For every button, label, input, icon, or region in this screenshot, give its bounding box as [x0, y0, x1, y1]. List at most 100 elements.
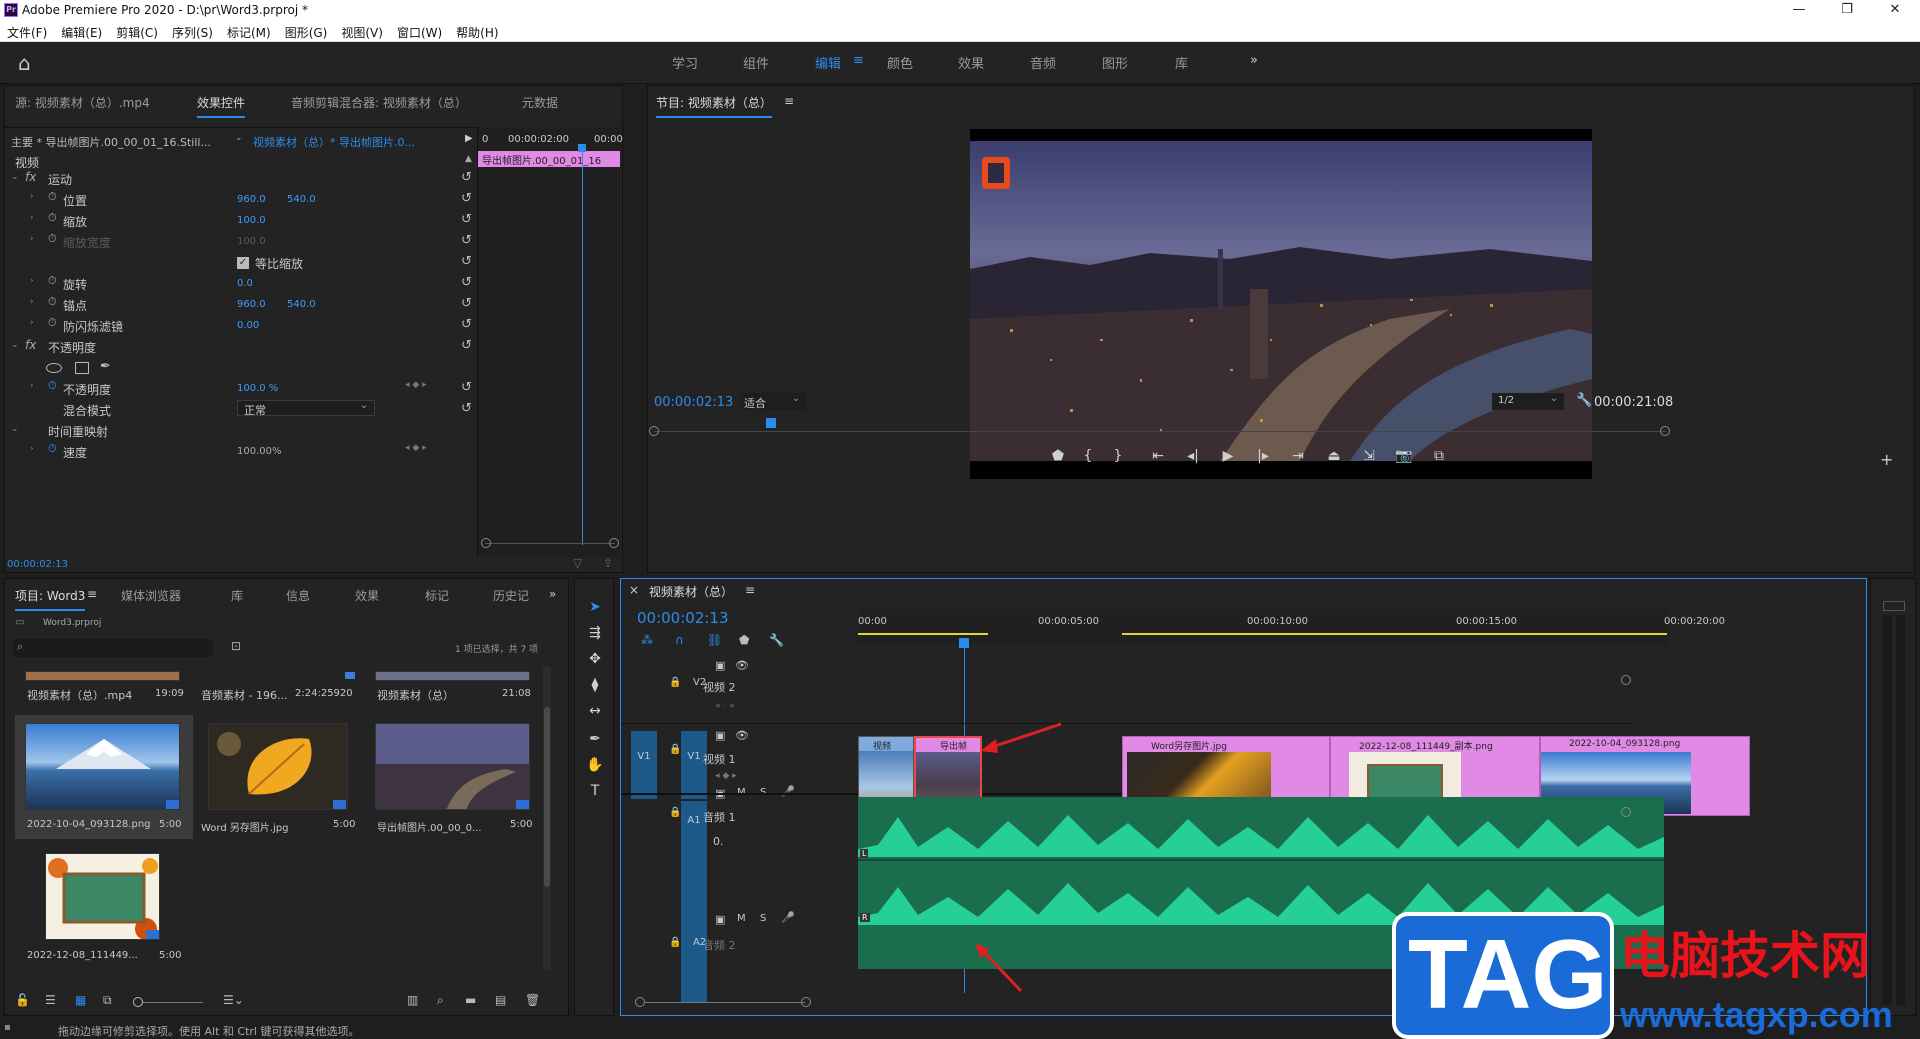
opacity-value[interactable]: 100.0 %	[237, 383, 278, 394]
home-icon[interactable]: ⌂	[18, 52, 40, 74]
tab-info[interactable]: 信息	[286, 587, 310, 604]
freeform-view-icon[interactable]: ⧉	[103, 993, 112, 1008]
zoom-handle-left[interactable]	[481, 538, 491, 548]
menu-graphics[interactable]: 图形(G)	[278, 20, 335, 41]
volume-knob[interactable]: 0.	[713, 835, 724, 848]
pen-mask-icon[interactable]: ✒	[100, 359, 111, 374]
scrub-zoom-right[interactable]	[1660, 426, 1670, 436]
keyframe-nav-icon[interactable]: ◂ ◆ ▸	[405, 380, 427, 390]
master-clip-label[interactable]: 主要 * 导出帧图片.00_00_01_16.Still...	[11, 134, 211, 150]
item-name-3[interactable]: 2022-10-04_093128.png	[27, 819, 151, 830]
step-forward-icon[interactable]: |▸	[1253, 448, 1273, 464]
list-view-icon[interactable]: ☰	[45, 993, 56, 1007]
mark-in-icon[interactable]: {	[1078, 448, 1098, 464]
menu-window[interactable]: 窗口(W)	[390, 20, 449, 41]
workspace-color[interactable]: 颜色	[887, 53, 913, 72]
close-button[interactable]: ✕	[1872, 0, 1918, 20]
h-scroll-left-handle[interactable]	[635, 997, 645, 1007]
reset-rotation-icon[interactable]: ↺	[461, 275, 472, 290]
reset-motion-icon[interactable]: ↺	[461, 170, 472, 185]
eye-icon[interactable]: 👁	[735, 659, 749, 672]
menu-sequence[interactable]: 序列(S)	[165, 20, 220, 41]
close-sequence-icon[interactable]: ×	[629, 583, 639, 597]
workspace-effects[interactable]: 效果	[958, 53, 984, 72]
time-ruler[interactable]: 00:00 00:00:05:00 00:00:10:00 00:00:15:0…	[858, 609, 1725, 645]
menu-help[interactable]: 帮助(H)	[449, 20, 505, 41]
stopwatch-icon[interactable]: ⏱	[48, 190, 57, 204]
uniform-scale-checkbox[interactable]: ✓	[237, 257, 249, 269]
mini-playhead[interactable]	[582, 145, 583, 545]
tab-history[interactable]: 历史记	[493, 587, 529, 604]
expand-rotation-icon[interactable]: ›	[30, 276, 34, 286]
workspace-menu-icon[interactable]: ≡	[853, 53, 864, 68]
menu-marker[interactable]: 标记(M)	[220, 20, 278, 41]
stopwatch-icon[interactable]: ⏱	[48, 316, 57, 330]
keyframe-nav-icon[interactable]: ◂ ◆ ▸	[405, 443, 427, 453]
program-timecode[interactable]: 00:00:02:13	[654, 395, 733, 410]
zoom-handle-right[interactable]	[609, 538, 619, 548]
scroll-handle[interactable]	[1621, 675, 1631, 685]
thumb-leaf-jpg[interactable]	[208, 723, 348, 810]
tab-metadata[interactable]: 元数据	[522, 94, 558, 111]
tab-effects[interactable]: 效果	[355, 587, 379, 604]
play-triangle-icon[interactable]: ▶	[465, 133, 473, 144]
more-tabs-icon[interactable]: »	[549, 587, 556, 601]
ellipse-mask-icon[interactable]	[46, 363, 62, 373]
maximize-button[interactable]: ❐	[1824, 0, 1870, 20]
trash-icon[interactable]: 🗑	[525, 993, 540, 1007]
reset-uniform-icon[interactable]: ↺	[461, 254, 472, 269]
program-monitor-title[interactable]: 节目: 视频素材（总）	[656, 94, 772, 118]
zoom-scrollbar[interactable]	[485, 543, 615, 544]
rectangle-mask-icon[interactable]	[75, 362, 89, 374]
find-icon[interactable]: ⌕	[437, 993, 444, 1008]
tab-effect-controls[interactable]: 效果控件	[197, 94, 246, 118]
chevron-down-icon[interactable]: ⌄	[235, 133, 243, 143]
collapse-up-icon[interactable]: ▲	[465, 154, 472, 164]
reset-anchor-icon[interactable]: ↺	[461, 296, 472, 311]
panel-menu-icon[interactable]: ≡	[87, 587, 97, 601]
expand-flicker-icon[interactable]: ›	[30, 318, 34, 328]
stopwatch-icon[interactable]: ⏱	[48, 211, 57, 225]
export-frame-icon[interactable]: 📷	[1393, 448, 1415, 464]
lock-icon[interactable]: 🔒	[669, 937, 681, 948]
track-a1-label[interactable]: A1	[681, 801, 707, 1003]
go-to-out-icon[interactable]: ⇥	[1288, 448, 1308, 464]
scale-value[interactable]: 100.0	[237, 215, 266, 226]
mark-out-icon[interactable]: }	[1108, 448, 1128, 464]
lock-icon[interactable]: 🔒	[669, 807, 681, 818]
ripple-edit-tool-icon[interactable]: ✥	[585, 651, 605, 667]
lift-icon[interactable]: ⏏	[1323, 448, 1345, 464]
lock-icon[interactable]: 🔒	[669, 744, 681, 755]
project-scrollbar[interactable]	[543, 667, 551, 970]
effect-mini-timeline[interactable]: 0 00:00:02:00 00:00 导出帧图片.00_00_01_16	[478, 127, 623, 557]
thumb-video-mp4[interactable]	[25, 671, 180, 681]
menu-clip[interactable]: 剪辑(C)	[109, 20, 165, 41]
workspace-more-icon[interactable]: »	[1250, 53, 1258, 68]
position-y-value[interactable]: 540.0	[287, 194, 316, 205]
tab-project[interactable]: 项目: Word3	[15, 587, 86, 611]
minimize-button[interactable]: —	[1776, 0, 1822, 20]
stopwatch-icon[interactable]: ⏱	[48, 295, 57, 309]
expand-position-icon[interactable]: ›	[30, 192, 34, 202]
item-name-4[interactable]: Word 另存图片.jpg	[201, 819, 289, 834]
lock-icon[interactable]: 🔒	[669, 677, 681, 688]
thumb-export-frame[interactable]	[375, 723, 530, 810]
fit-select[interactable]: 适合 ⌄	[740, 393, 806, 410]
program-playhead[interactable]	[766, 418, 776, 428]
expand-scale-icon[interactable]: ›	[30, 213, 34, 223]
lock-icon[interactable]: 🔓	[15, 993, 30, 1007]
zoom-slider-handle[interactable]	[133, 997, 143, 1007]
selection-tool-icon[interactable]: ➤	[585, 599, 605, 615]
item-name-1[interactable]: 音频素材 - 196...	[201, 687, 287, 703]
linked-selection-icon[interactable]: ⛓	[707, 633, 722, 647]
icon-view-icon[interactable]: ▦	[75, 993, 86, 1007]
h-scroll-right-handle[interactable]	[801, 997, 811, 1007]
blend-mode-select[interactable]: 正常 ⌄	[237, 400, 375, 417]
reset-flicker-icon[interactable]: ↺	[461, 317, 472, 332]
sync-lock-icon[interactable]: ▣	[715, 729, 725, 742]
stopwatch-active-icon[interactable]: ⏱	[48, 442, 57, 456]
scrub-zoom-left[interactable]	[649, 426, 659, 436]
sequence-tab[interactable]: 视频素材（总）	[649, 583, 733, 600]
resolution-select[interactable]: 1/2 ⌄	[1492, 393, 1564, 410]
item-name-5[interactable]: 导出帧图片.00_00_0...	[377, 819, 482, 834]
